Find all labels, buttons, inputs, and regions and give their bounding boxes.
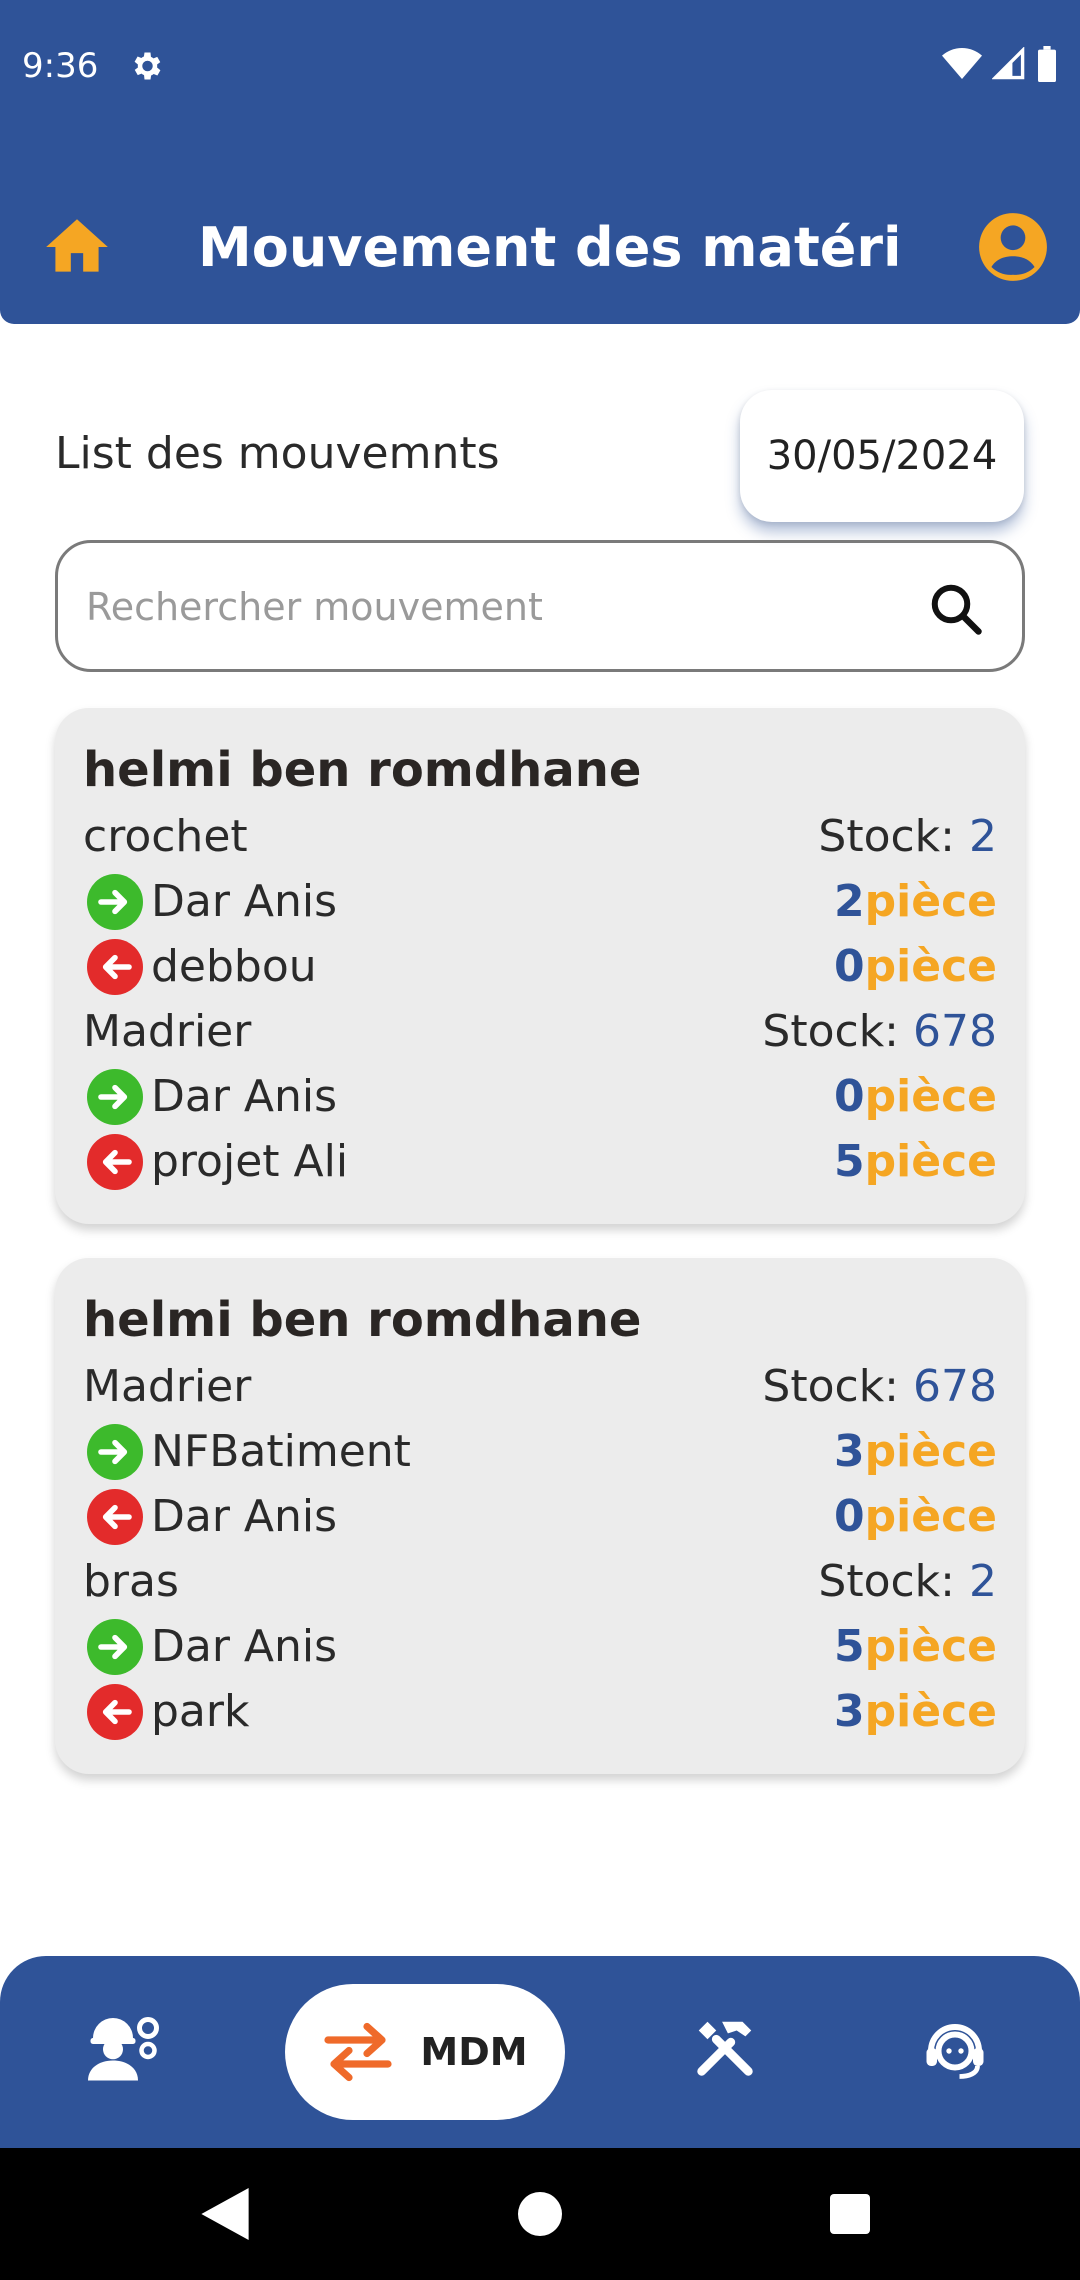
- settings-gear-icon: [134, 52, 161, 80]
- nav-tools[interactable]: [680, 2000, 770, 2096]
- arrow-out-icon: [87, 1133, 143, 1190]
- material-row: Madrier Stock: 678: [83, 1354, 997, 1419]
- movement-quantity: 2pièce: [834, 876, 997, 927]
- home-icon[interactable]: [40, 210, 114, 284]
- movement-row-in: Dar Anis 2pièce: [83, 869, 997, 934]
- worker-settings-icon: [88, 2016, 160, 2081]
- movement-place: NFBatiment: [151, 1426, 411, 1477]
- movement-quantity: 0pièce: [834, 1491, 997, 1542]
- stock-label: Stock:: [762, 1361, 900, 1412]
- arrow-in-icon: [87, 1618, 143, 1675]
- movement-quantity: 5pièce: [834, 1621, 997, 1672]
- back-icon[interactable]: [200, 2188, 250, 2240]
- movement-row-out: debbou 0pièce: [83, 934, 997, 999]
- arrow-in-icon: [87, 873, 143, 930]
- status-icons: [942, 46, 1058, 82]
- movement-row-in: NFBatiment 3pièce: [83, 1419, 997, 1484]
- system-navigation-bar: [0, 2148, 1080, 2280]
- movement-quantity: 3pièce: [834, 1426, 997, 1477]
- battery-icon: [1038, 46, 1056, 82]
- movement-quantity: 0pièce: [834, 941, 997, 992]
- movement-place: Dar Anis: [151, 1071, 338, 1122]
- movement-place: debbou: [151, 941, 317, 992]
- stock-value: 2: [969, 811, 997, 862]
- movement-row-out: Dar Anis 0pièce: [83, 1484, 997, 1549]
- page-title: Mouvement des matéri...: [198, 216, 898, 279]
- card-user-name: helmi ben romdhane: [83, 1292, 642, 1348]
- section-title: List des mouvemnts: [55, 428, 500, 479]
- nav-mdm[interactable]: MDM: [285, 1984, 565, 2120]
- movement-quantity: 3pièce: [834, 1686, 997, 1737]
- movement-row-out: park 3pièce: [83, 1679, 997, 1744]
- movement-place: Dar Anis: [151, 876, 338, 927]
- swap-arrows-icon: [324, 2022, 393, 2082]
- movement-card[interactable]: helmi ben romdhane crochet Stock: 2 Dar …: [55, 708, 1025, 1224]
- material-name: bras: [83, 1556, 179, 1607]
- movement-quantity: 5pièce: [834, 1136, 997, 1187]
- movement-row-in: Dar Anis 5pièce: [83, 1614, 997, 1679]
- arrow-out-icon: [87, 938, 143, 995]
- date-picker-button[interactable]: 30/05/2024: [740, 390, 1024, 522]
- movement-place: Dar Anis: [151, 1621, 338, 1672]
- movement-card[interactable]: helmi ben romdhane Madrier Stock: 678 NF…: [55, 1258, 1025, 1774]
- search-icon[interactable]: [926, 579, 986, 639]
- wifi-icon: [942, 48, 982, 79]
- arrow-in-icon: [87, 1068, 143, 1125]
- app-header: 9:36 Mouvement des matéri...: [0, 0, 1080, 324]
- bottom-navigation: MDM: [0, 1956, 1080, 2148]
- movement-row-out: projet Ali 5pièce: [83, 1129, 997, 1194]
- arrow-out-icon: [87, 1488, 143, 1545]
- status-time: 9:36: [22, 46, 99, 86]
- search-box: [55, 540, 1025, 672]
- movement-row-in: Dar Anis 0pièce: [83, 1064, 997, 1129]
- recents-icon[interactable]: [830, 2194, 870, 2234]
- stock-value: 2: [969, 1556, 997, 1607]
- home-circle-icon[interactable]: [518, 2192, 562, 2236]
- material-row: Madrier Stock: 678: [83, 999, 997, 1064]
- nav-workers[interactable]: [78, 2000, 168, 2096]
- nav-support[interactable]: [910, 2000, 1000, 2096]
- stock-value: 678: [913, 1361, 997, 1412]
- stock-label: Stock:: [762, 1006, 900, 1057]
- material-name: Madrier: [83, 1006, 252, 1057]
- account-icon[interactable]: [976, 210, 1050, 284]
- stock-label: Stock:: [818, 1556, 955, 1607]
- stock-label: Stock:: [818, 811, 955, 862]
- material-name: Madrier: [83, 1361, 252, 1412]
- movement-place: Dar Anis: [151, 1491, 338, 1542]
- nav-mdm-label: MDM: [420, 2030, 528, 2074]
- arrow-in-icon: [87, 1423, 143, 1480]
- arrow-out-icon: [87, 1683, 143, 1740]
- support-agent-icon: [926, 2024, 984, 2079]
- search-input[interactable]: [86, 571, 886, 643]
- material-row: bras Stock: 2: [83, 1549, 997, 1614]
- signal-icon: [992, 47, 1025, 80]
- stock-value: 678: [913, 1006, 997, 1057]
- movement-place: projet Ali: [151, 1136, 349, 1187]
- card-user-name: helmi ben romdhane: [83, 742, 642, 798]
- material-name: crochet: [83, 811, 248, 862]
- movement-quantity: 0pièce: [834, 1071, 997, 1122]
- material-row: crochet Stock: 2: [83, 804, 997, 869]
- movement-place: park: [151, 1686, 250, 1737]
- tools-icon: [697, 2021, 753, 2076]
